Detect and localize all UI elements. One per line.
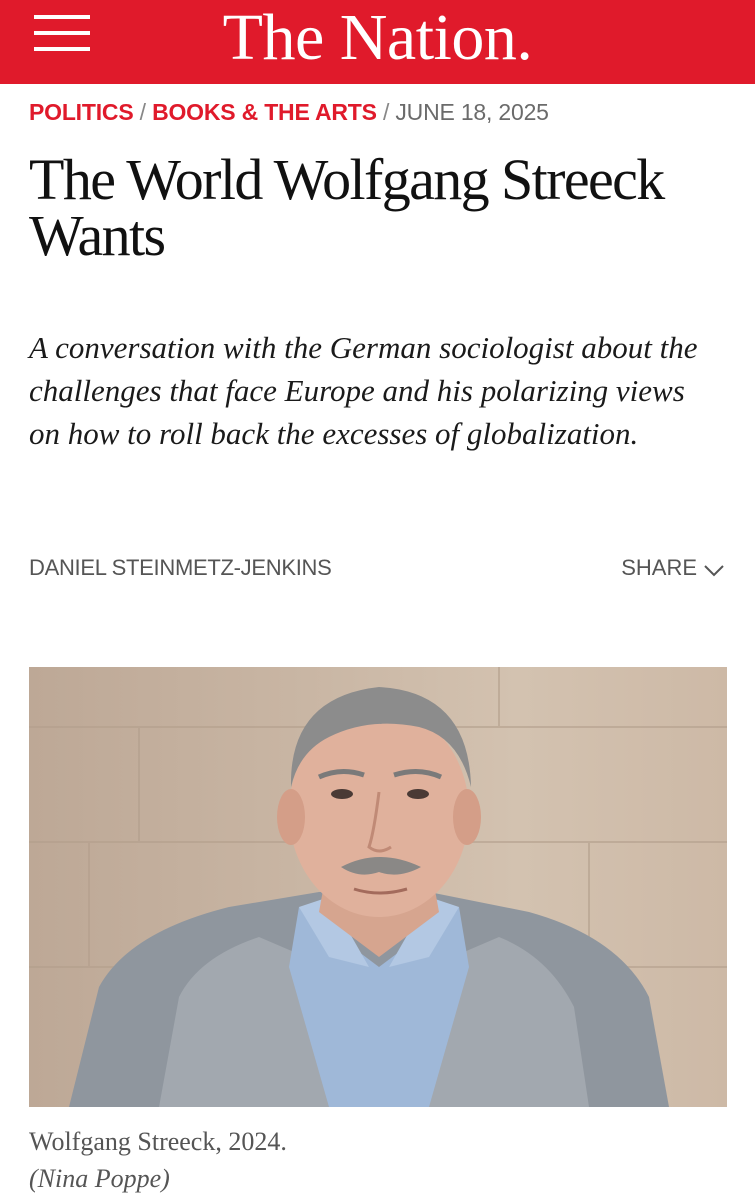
masthead: The Nation. — [0, 0, 755, 84]
publish-date: JUNE 18, 2025 — [395, 99, 549, 125]
kicker-separator: / — [139, 99, 146, 125]
article-hero-photo — [29, 667, 727, 1107]
share-label: SHARE — [621, 555, 697, 580]
article-kicker: POLITICS / BOOKS & THE ARTS / JUNE 18, 2… — [29, 96, 549, 128]
share-button[interactable]: SHARE — [621, 553, 725, 583]
photo-credit: (Nina Poppe) — [29, 1164, 170, 1193]
portrait-illustration — [29, 667, 727, 1107]
category-link-politics[interactable]: POLITICS — [29, 99, 134, 125]
chevron-down-icon — [704, 565, 724, 577]
category-link-books-arts[interactable]: BOOKS & THE ARTS — [152, 99, 377, 125]
photo-caption: Wolfgang Streeck, 2024. — [29, 1127, 287, 1156]
site-logo[interactable]: The Nation. — [0, 0, 755, 76]
author-byline[interactable]: DANIEL STEINMETZ-JENKINS — [29, 553, 332, 583]
article-headline: The World Wolfgang Streeck Wants — [29, 147, 665, 268]
kicker-separator: / — [382, 99, 390, 125]
article-dek: A conversation with the German sociologi… — [29, 330, 698, 451]
